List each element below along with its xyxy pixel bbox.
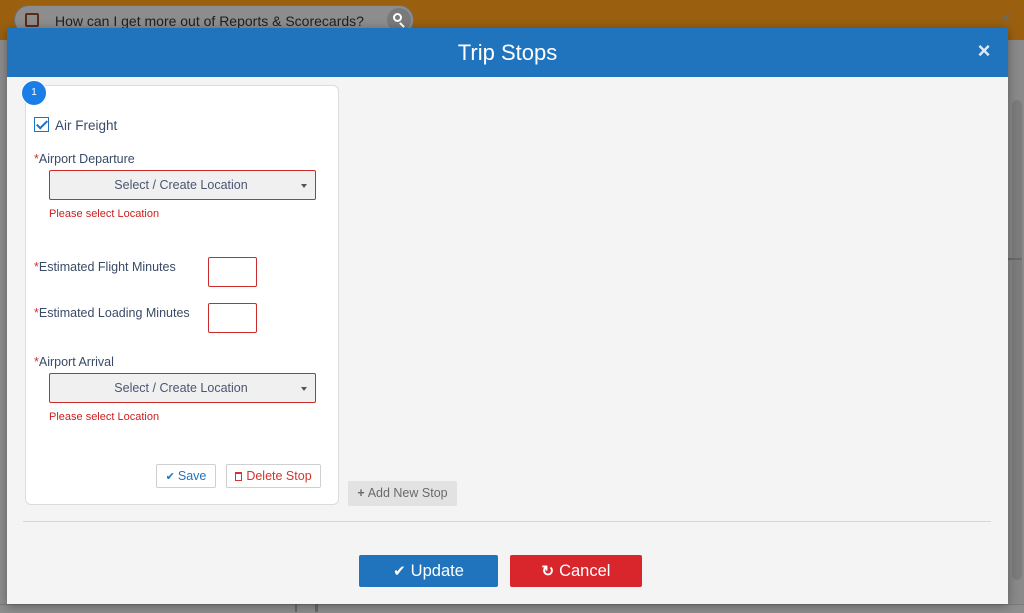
background-bottom-divider-2 bbox=[315, 604, 318, 612]
loading-minutes-label-text: Estimated Loading Minutes bbox=[38, 306, 190, 320]
caret-down-icon bbox=[301, 387, 307, 391]
cancel-label: Cancel bbox=[559, 562, 611, 580]
add-new-stop-button[interactable]: + Add New Stop bbox=[348, 481, 457, 506]
airport-arrival-placeholder: Select / Create Location bbox=[114, 381, 248, 395]
check-icon: ✔ bbox=[165, 471, 175, 483]
flight-minutes-label: *Estimated Flight Minutes bbox=[34, 260, 176, 274]
airport-arrival-label-text: Airport Arrival bbox=[38, 355, 114, 369]
delete-stop-button[interactable]: Delete Stop bbox=[226, 464, 321, 488]
airport-departure-label-text: Airport Departure bbox=[38, 152, 135, 166]
flight-minutes-input[interactable] bbox=[208, 257, 257, 287]
add-new-stop-label: Add New Stop bbox=[367, 486, 448, 500]
airport-departure-select[interactable]: Select / Create Location bbox=[49, 170, 316, 200]
airport-departure-error: Please select Location bbox=[49, 208, 160, 220]
close-icon[interactable]: × bbox=[973, 40, 995, 62]
modal-header: Trip Stops × bbox=[7, 28, 1008, 77]
loading-minutes-input[interactable] bbox=[208, 303, 257, 333]
plus-icon: + bbox=[357, 486, 365, 500]
airport-arrival-select[interactable]: Select / Create Location bbox=[49, 373, 316, 403]
footer-divider bbox=[23, 521, 991, 522]
stop-card bbox=[25, 85, 339, 505]
trash-icon bbox=[235, 472, 243, 481]
loading-minutes-label: *Estimated Loading Minutes bbox=[34, 306, 190, 320]
trip-stops-modal: Trip Stops × 1 Air Freight *Airport Depa… bbox=[7, 28, 1008, 604]
background-search-text: How can I get more out of Reports & Scor… bbox=[55, 13, 364, 29]
caret-down-icon bbox=[301, 184, 307, 188]
background-scrollbar bbox=[1012, 100, 1022, 580]
stop-number-badge: 1 bbox=[21, 80, 47, 106]
update-button[interactable]: ✔ Update bbox=[359, 555, 498, 587]
airport-departure-label: *Airport Departure bbox=[34, 152, 135, 166]
delete-stop-label: Delete Stop bbox=[246, 469, 312, 483]
airport-departure-placeholder: Select / Create Location bbox=[114, 178, 248, 192]
refresh-icon: ↻ bbox=[541, 563, 555, 580]
airport-arrival-error: Please select Location bbox=[49, 411, 160, 423]
airport-arrival-label: *Airport Arrival bbox=[34, 355, 114, 369]
save-stop-button[interactable]: ✔ Save bbox=[156, 464, 216, 488]
update-label: Update bbox=[410, 562, 464, 580]
save-stop-label: Save bbox=[177, 469, 207, 483]
background-close-icon: × bbox=[1001, 10, 1011, 27]
modal-title: Trip Stops bbox=[457, 40, 558, 65]
flight-minutes-label-text: Estimated Flight Minutes bbox=[38, 260, 176, 274]
air-freight-checkbox[interactable] bbox=[34, 117, 49, 132]
background-bottom-divider bbox=[295, 604, 297, 612]
cancel-button[interactable]: ↻ Cancel bbox=[510, 555, 642, 587]
edit-icon bbox=[25, 13, 39, 27]
check-icon: ✔ bbox=[393, 563, 406, 580]
air-freight-label[interactable]: Air Freight bbox=[55, 118, 117, 133]
background-divider bbox=[1008, 258, 1022, 260]
